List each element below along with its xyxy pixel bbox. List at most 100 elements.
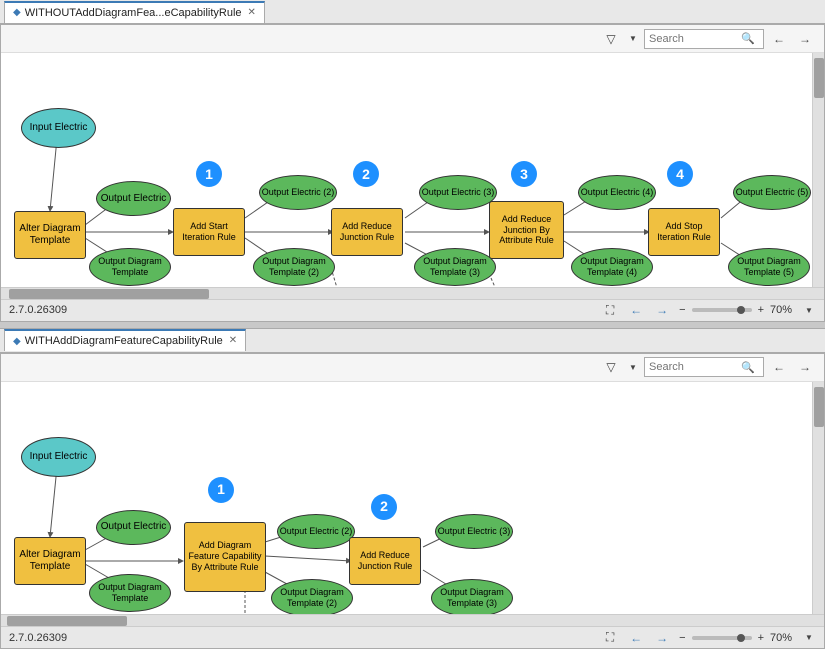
- node-output-electric-3-bottom[interactable]: Output Electric (3): [435, 514, 513, 549]
- bottom-status-bar: 2.7.0.26309 ⛶ ← → − + 70: [1, 626, 824, 648]
- node-output-diagram-bottom[interactable]: Output Diagram Template: [89, 574, 171, 612]
- node-output-electric-top[interactable]: Output Electric: [96, 181, 171, 216]
- filter-icon-top: ▽: [606, 32, 615, 46]
- forward-icon-status-top: →: [656, 303, 668, 317]
- node-output-diagram-3-top[interactable]: Output Diagram Template (3): [414, 248, 496, 286]
- zoom-dropdown-bottom[interactable]: ▼: [802, 627, 816, 649]
- zoom-minus-bottom[interactable]: −: [677, 632, 687, 644]
- node-input-electric-bottom[interactable]: Input Electric: [21, 437, 96, 477]
- zoom-plus-bottom[interactable]: +: [756, 632, 766, 644]
- node-output-electric-2-bottom[interactable]: Output Electric (2): [277, 514, 355, 549]
- badge-2-top: 2: [353, 161, 379, 187]
- bottom-tab-bar: ◆ WITHAddDiagramFeatureCapabilityRule ✕: [0, 329, 825, 353]
- forward-icon-status-bottom: →: [656, 631, 668, 645]
- badge-1-top: 1: [196, 161, 222, 187]
- status-right-top: ⛶ ← → − + 70% ▼: [599, 299, 816, 321]
- top-section: ◆ WITHOUTAddDiagramFea...eCapabilityRule…: [0, 0, 825, 321]
- top-tab-bar: ◆ WITHOUTAddDiagramFea...eCapabilityRule…: [0, 0, 825, 24]
- node-add-stop-top[interactable]: Add Stop Iteration Rule: [648, 208, 720, 256]
- zoom-chevron-top: ▼: [805, 306, 813, 315]
- zoom-dropdown-top[interactable]: ▼: [802, 299, 816, 321]
- top-diagram-canvas: Input Electric Alter Diagram Template Ou…: [1, 53, 824, 287]
- nav-forward-top[interactable]: →: [794, 28, 816, 50]
- scroll-thumb-h-top[interactable]: [9, 289, 209, 299]
- nav-forward-bottom[interactable]: →: [794, 356, 816, 378]
- node-output-electric-2-top[interactable]: Output Electric (2): [259, 175, 337, 210]
- tab-with[interactable]: ◆ WITHAddDiagramFeatureCapabilityRule ✕: [4, 329, 246, 351]
- search-box-bottom[interactable]: 🔍: [644, 357, 764, 377]
- node-output-diagram-top[interactable]: Output Diagram Template: [89, 248, 171, 286]
- search-input-bottom[interactable]: [649, 361, 739, 373]
- top-toolbar: ▽ ▼ 🔍 ← →: [1, 25, 824, 53]
- node-output-diagram-5-top[interactable]: Output Diagram Template (5): [728, 248, 810, 286]
- bottom-diagram-panel: ▽ ▼ 🔍 ← →: [0, 353, 825, 649]
- scroll-thumb-h-bottom[interactable]: [7, 616, 127, 626]
- node-output-diagram-4-top[interactable]: Output Diagram Template (4): [571, 248, 653, 286]
- tab-label-without: WITHOUTAddDiagramFea...eCapabilityRule: [25, 7, 242, 19]
- node-input-electric-top[interactable]: Input Electric: [21, 108, 96, 148]
- filter-button-top[interactable]: ▽: [600, 28, 622, 50]
- search-input-top[interactable]: [649, 33, 739, 45]
- node-output-electric-5-top[interactable]: Output Electric (5): [733, 175, 811, 210]
- filter-icon-bottom: ▽: [606, 360, 615, 374]
- node-add-start-top[interactable]: Add Start Iteration Rule: [173, 208, 245, 256]
- tab-label-with: WITHAddDiagramFeatureCapabilityRule: [25, 335, 223, 347]
- scroll-vertical-bottom[interactable]: [812, 382, 824, 615]
- badge-1-bottom: 1: [208, 477, 234, 503]
- node-alter-diagram-bottom[interactable]: Alter Diagram Template: [14, 537, 86, 585]
- zoom-slider-top[interactable]: [692, 308, 752, 312]
- tab-without[interactable]: ◆ WITHOUTAddDiagramFea...eCapabilityRule…: [4, 1, 265, 23]
- status-right-bottom: ⛶ ← → − + 70% ▼: [599, 627, 816, 649]
- zoom-level-top: 70%: [770, 304, 798, 316]
- scroll-h-bottom[interactable]: [1, 614, 824, 626]
- top-status-bar: 2.7.0.26309 ⛶ ← → − + 70: [1, 299, 824, 321]
- scroll-h-top[interactable]: [1, 287, 824, 299]
- node-output-electric-3-top[interactable]: Output Electric (3): [419, 175, 497, 210]
- node-output-diagram-3-bottom[interactable]: Output Diagram Template (3): [431, 579, 513, 615]
- zoom-plus-top[interactable]: +: [756, 304, 766, 316]
- top-diagram-panel: ▽ ▼ 🔍 ← →: [0, 24, 825, 321]
- tab-icon-with: ◆: [13, 336, 21, 347]
- nav-forward-status-bottom[interactable]: →: [651, 627, 673, 649]
- scroll-vertical-top[interactable]: [812, 53, 824, 287]
- search-icon-bottom: 🔍: [741, 361, 755, 374]
- node-output-electric-bottom[interactable]: Output Electric: [96, 510, 171, 545]
- node-alter-diagram-top[interactable]: Alter Diagram Template: [14, 211, 86, 259]
- zoom-chevron-bottom: ▼: [805, 633, 813, 642]
- node-add-diagram-feature-bottom[interactable]: Add Diagram Feature Capability By Attrib…: [184, 522, 266, 592]
- tab-close-with[interactable]: ✕: [229, 336, 237, 346]
- nav-back-bottom[interactable]: ←: [768, 356, 790, 378]
- scroll-v-thumb-top[interactable]: [814, 58, 824, 98]
- zoom-thumb-bottom: [737, 634, 745, 642]
- zoom-slider-bottom[interactable]: [692, 636, 752, 640]
- fit-view-btn-top[interactable]: ⛶: [599, 299, 621, 321]
- version-bottom: 2.7.0.26309: [9, 632, 67, 644]
- forward-arrow-icon-top: →: [799, 32, 811, 46]
- filter-button-bottom[interactable]: ▽: [600, 356, 622, 378]
- node-add-reduce-top[interactable]: Add Reduce Junction Rule: [331, 208, 403, 256]
- nav-back-top[interactable]: ←: [768, 28, 790, 50]
- node-output-diagram-2-bottom[interactable]: Output Diagram Template (2): [271, 579, 353, 615]
- search-icon-top: 🔍: [741, 32, 755, 45]
- node-add-reduce-by-attr-top[interactable]: Add Reduce Junction By Attribute Rule: [489, 201, 564, 259]
- filter-dropdown-top[interactable]: ▼: [626, 28, 640, 50]
- node-add-reduce-bottom[interactable]: Add Reduce Junction Rule: [349, 537, 421, 585]
- tab-close-without[interactable]: ✕: [248, 8, 256, 18]
- fit-view-btn-bottom[interactable]: ⛶: [599, 627, 621, 649]
- bottom-toolbar: ▽ ▼ 🔍 ← →: [1, 354, 824, 382]
- nav-back-status-bottom[interactable]: ←: [625, 627, 647, 649]
- nav-forward-status-top[interactable]: →: [651, 299, 673, 321]
- back-arrow-icon-top: ←: [773, 32, 785, 46]
- fit-icon-bottom: ⛶: [606, 630, 614, 645]
- node-output-electric-4-top[interactable]: Output Electric (4): [578, 175, 656, 210]
- nav-back-status-top[interactable]: ←: [625, 299, 647, 321]
- bottom-section: ◆ WITHAddDiagramFeatureCapabilityRule ✕ …: [0, 329, 825, 649]
- zoom-minus-top[interactable]: −: [677, 304, 687, 316]
- back-arrow-icon-bottom: ←: [773, 360, 785, 374]
- search-box-top[interactable]: 🔍: [644, 29, 764, 49]
- zoom-level-bottom: 70%: [770, 632, 798, 644]
- scroll-v-thumb-bottom[interactable]: [814, 387, 824, 427]
- node-output-diagram-2-top[interactable]: Output Diagram Template (2): [253, 248, 335, 286]
- zoom-thumb-top: [737, 306, 745, 314]
- filter-dropdown-bottom[interactable]: ▼: [626, 356, 640, 378]
